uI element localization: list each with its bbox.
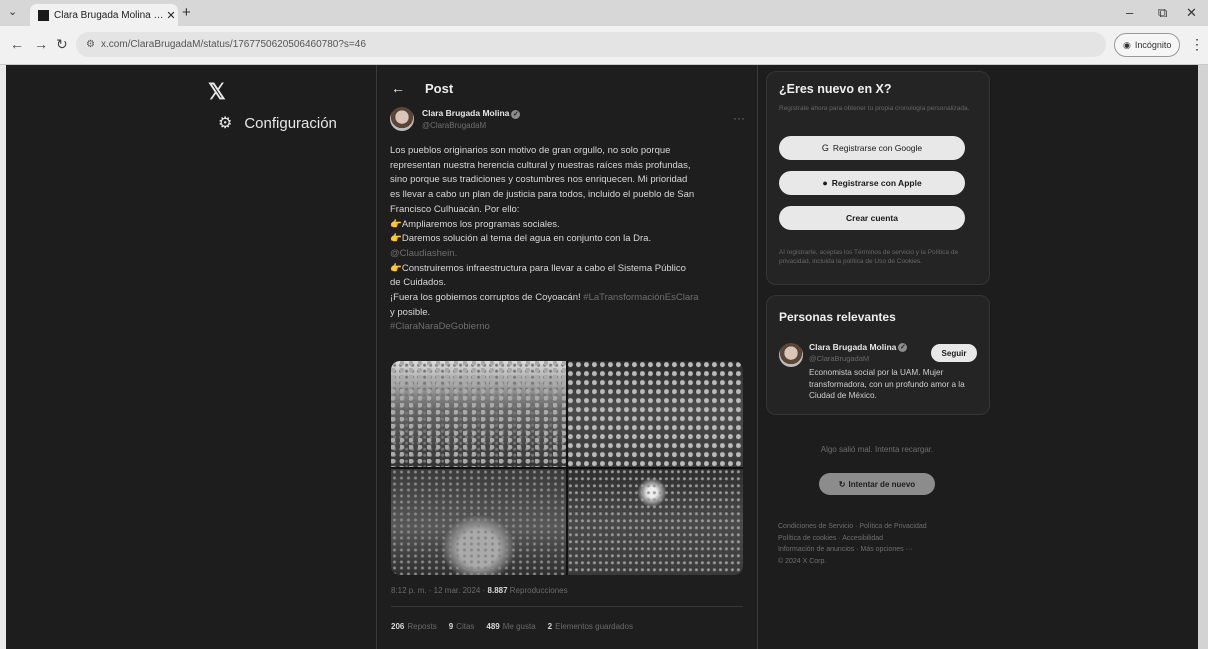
bookmarks-stat[interactable]: 2 Elementos guardados [548, 622, 633, 631]
create-account-button[interactable]: Crear cuenta [779, 206, 965, 230]
verified-badge-icon: ✓ [511, 109, 521, 119]
post-line: Los pueblos originarios son motivo de gr… [390, 145, 671, 156]
avatar[interactable] [779, 343, 803, 367]
relevant-bio: Economista social por la UAM. Mujer tran… [809, 368, 965, 400]
restore-icon[interactable]: ⧉ [1158, 5, 1167, 21]
refresh-icon: ↻ [838, 479, 846, 489]
signup-legal: Al registrarte, aceptas los Términos de … [779, 249, 959, 265]
more-options-icon[interactable]: ··· [733, 111, 745, 125]
x-page: 𝕏 ⚙ Configuración ← Post Clara Brugada M… [6, 65, 1198, 649]
x-logo-icon[interactable]: 𝕏 [208, 79, 226, 105]
post-text: Los pueblos originarios son motivo de gr… [390, 144, 744, 335]
event-photo[interactable] [568, 361, 743, 467]
post-line: representan nuestra herencia cultural y … [390, 159, 691, 171]
address-bar[interactable]: ⚙ x.com/ClaraBrugadaM/status/17677506205… [76, 32, 1106, 57]
new-tab-icon[interactable]: + [182, 4, 191, 21]
relevant-handle[interactable]: @ClaraBrugadaM [809, 354, 869, 363]
incognito-icon: ◉ [1123, 39, 1131, 50]
post-header: ← Post [377, 73, 757, 103]
event-photo[interactable] [391, 469, 566, 575]
browser-tab[interactable]: Clara Brugada Molina en X: "Lo ✕ [30, 4, 178, 26]
retry-label: Intentar de nuevo [848, 479, 916, 489]
post-line: 👉Construiremos infraestructura para llev… [390, 262, 686, 274]
post-line: es llevar a cabo un plan de justicia par… [390, 189, 695, 201]
back-icon[interactable]: ← [10, 36, 24, 52]
event-photo[interactable] [391, 361, 566, 467]
back-arrow-icon[interactable]: ← [391, 80, 405, 96]
incognito-label: Incógnito [1134, 40, 1172, 50]
tab-search-icon[interactable]: ⌄ [8, 5, 17, 18]
quotes-stat[interactable]: 9 Citas [449, 622, 475, 631]
verified-badge-icon: ✓ [898, 343, 908, 353]
event-photo[interactable] [568, 469, 743, 575]
address-bar-row: ← → ↻ ⚙ x.com/ClaraBrugadaM/status/17677… [0, 26, 1208, 65]
scrollbar[interactable] [1198, 65, 1208, 649]
views-label: Reproducciones [509, 586, 568, 595]
footer-link: © 2024 X Corp. [778, 557, 827, 565]
retry-button[interactable]: ↻ Intentar de nuevo [819, 473, 935, 495]
post-line: de Cuidados. [390, 277, 446, 289]
url-text: x.com/ClaraBrugadaM/status/1767750620506… [100, 39, 366, 50]
menu-icon[interactable]: ⋮ [1190, 36, 1204, 53]
error-panel: Algo salió mal. Intenta recargar. ↻ Inte… [766, 429, 988, 509]
apple-icon: ● [822, 178, 828, 188]
create-account-label: Crear cuenta [846, 213, 898, 223]
footer-link[interactable]: Política de cookies · Accesibilidad [778, 533, 978, 545]
tab-title: Clara Brugada Molina en X: "Lo [54, 9, 164, 21]
apple-signup-label: Registrarse con Apple [831, 178, 922, 188]
post-timestamp: 8:12 p. m. · 12 mar. 2024 · 8.887 Reprod… [391, 586, 568, 595]
gear-icon: ⚙ [218, 115, 233, 132]
post-line: y posible. [390, 306, 431, 318]
error-message: Algo salió mal. Intenta recargar. [820, 445, 934, 454]
relevant-name[interactable]: Clara Brugada Molina ✓ [809, 342, 908, 353]
post-time[interactable]: 8:12 p. m. · 12 mar. 2024 · [391, 586, 485, 595]
browser-tab-strip: ⌄ Clara Brugada Molina en X: "Lo ✕ + – ⧉… [0, 0, 1208, 26]
x-favicon-icon [38, 9, 49, 21]
post-line: 👉Ampliaremos los programas sociales. [390, 218, 560, 230]
reposts-stat[interactable]: 206 Reposts [391, 622, 437, 631]
settings-link[interactable]: ⚙ Configuración [218, 113, 337, 133]
divider [391, 606, 743, 607]
author-handle[interactable]: @ClaraBrugadaM [422, 121, 520, 130]
footer-link[interactable]: Condiciones de Servicio · Política de Pr… [778, 521, 978, 533]
footer-links: Condiciones de Servicio · Política de Pr… [778, 521, 978, 567]
author-name[interactable]: Clara Brugada Molina [422, 108, 509, 118]
footer-link[interactable]: Información de anuncios · Más opciones ·… [778, 544, 978, 556]
reload-icon[interactable]: ↻ [56, 36, 68, 53]
hashtag-link[interactable]: #ClaraNaraDeGobierno [390, 320, 744, 335]
signup-card: ¿Eres nuevo en X? Regístrate ahora para … [766, 71, 990, 285]
relevant-title: Personas relevantes [779, 310, 896, 324]
forward-icon[interactable]: → [34, 36, 48, 52]
close-tab-icon[interactable]: ✕ [164, 9, 178, 22]
post-stats: 206 Reposts 9 Citas 489 Me gusta 2 Elementos… [391, 622, 633, 631]
site-info-icon[interactable]: ⚙ [86, 39, 95, 50]
post-column: ← Post Clara Brugada Molina ✓ @ClaraBruga… [376, 65, 758, 649]
google-signup-label: Registrarse con Google [832, 143, 923, 153]
views-count: 8.887 [487, 586, 508, 595]
avatar[interactable] [390, 107, 414, 131]
settings-label: Configuración [244, 114, 337, 132]
apple-signup-button[interactable]: ● Registrarse con Apple [779, 171, 965, 195]
post-author[interactable]: Clara Brugada Molina ✓ @ClaraBrugadaM [390, 107, 521, 131]
follow-button[interactable]: Seguir [931, 344, 977, 362]
page-title: Post [425, 80, 454, 96]
google-icon: G [821, 143, 829, 153]
post-line: sino porque sus tradiciones y costumbres… [390, 174, 688, 186]
hashtag-link[interactable]: #LaTransformaciónEsClara [583, 292, 698, 303]
post-line: Francisco Culhuacán. Por ello: [390, 203, 520, 215]
likes-stat[interactable]: 489 Me gusta [486, 622, 535, 631]
google-signup-button[interactable]: G Registrarse con Google [779, 136, 965, 160]
close-window-icon[interactable]: ✕ [1186, 5, 1197, 21]
post-line: ¡Fuera los gobiernos corruptos de Coyoac… [390, 292, 581, 304]
incognito-badge[interactable]: ◉ Incógnito [1114, 33, 1181, 57]
post-media-grid [391, 361, 743, 575]
signup-subtitle: Regístrate ahora para obtener tu propia … [779, 105, 970, 112]
signup-title: ¿Eres nuevo en X? [779, 82, 892, 96]
mention-link[interactable]: @Claudiashein. [390, 247, 744, 262]
post-line: 👉Daremos solución al tema del agua en co… [390, 233, 652, 245]
minimize-icon[interactable]: – [1126, 5, 1133, 20]
relevant-people-card: Personas relevantes Clara Brugada Molina… [766, 295, 990, 415]
